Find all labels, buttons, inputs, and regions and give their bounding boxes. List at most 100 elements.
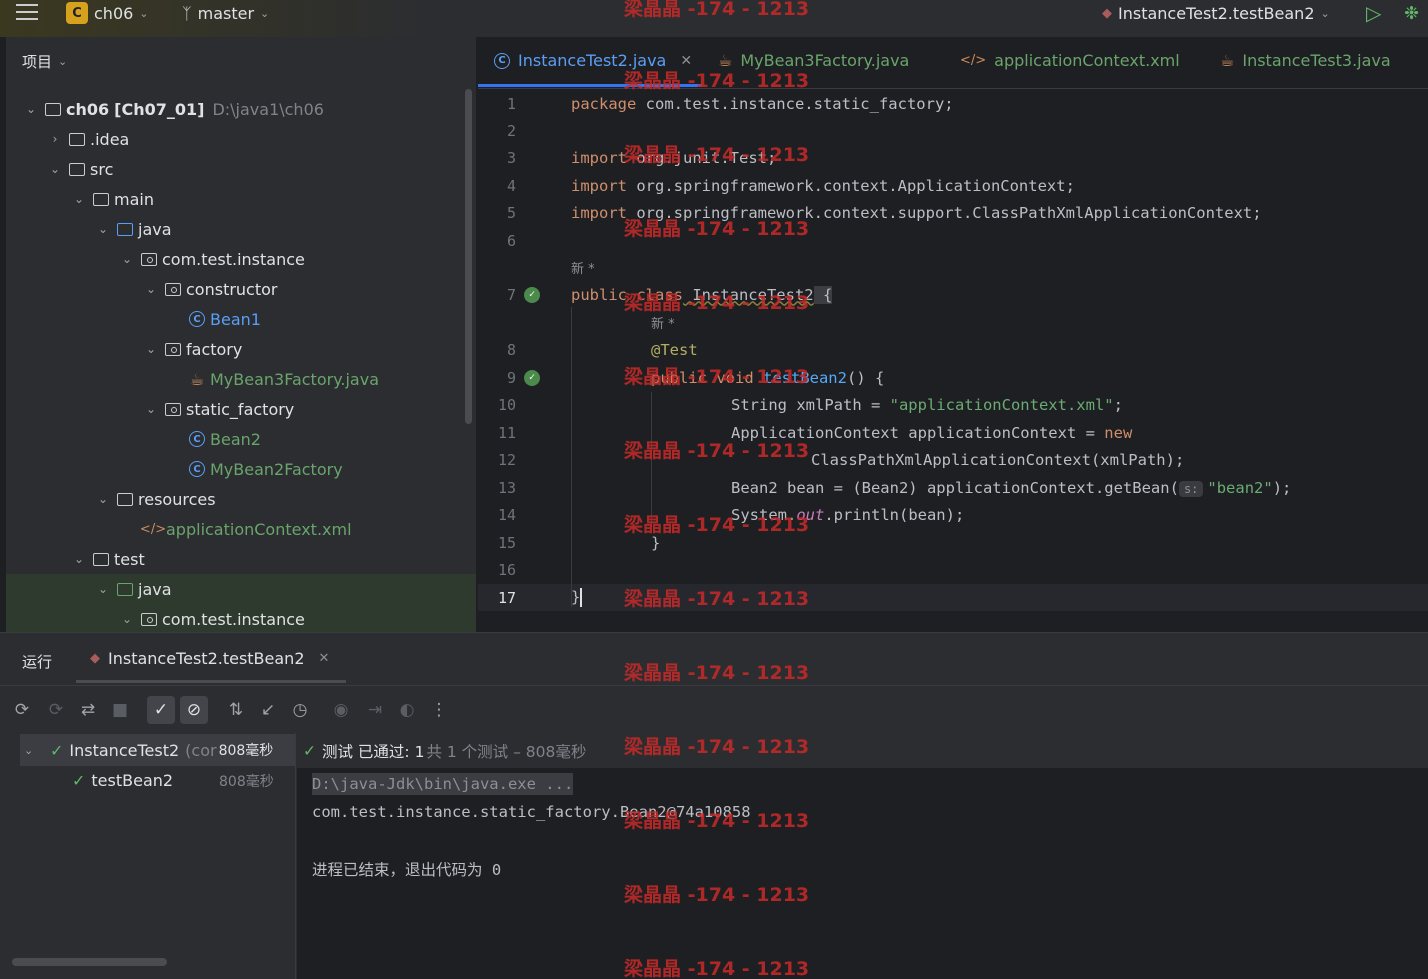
debug-button[interactable]: ❉ bbox=[1404, 0, 1419, 26]
import-icon[interactable]: ⇥ bbox=[361, 696, 389, 724]
tree-node-bean1[interactable]: C Bean1 bbox=[6, 304, 476, 334]
close-icon[interactable]: ✕ bbox=[319, 651, 330, 666]
tree-node-constructor[interactable]: ⌄ constructor bbox=[6, 274, 476, 304]
code-line[interactable]: 12 ClassPathXmlApplicationContext(xmlPat… bbox=[478, 446, 1428, 473]
run-test-gutter-icon[interactable]: ✓ bbox=[524, 369, 540, 386]
code-keyword: new bbox=[1104, 423, 1133, 442]
chevron-down-icon: ⌄ bbox=[73, 192, 85, 206]
show-passed-icon[interactable]: ✓ bbox=[147, 696, 175, 724]
code-line[interactable]: 13 Bean2 bean = (Bean2) applicationConte… bbox=[478, 474, 1428, 501]
tree-node-idea[interactable]: › .idea bbox=[6, 124, 476, 154]
run-panel-title: 运行 bbox=[22, 653, 53, 671]
test-tree-scrollbar[interactable] bbox=[12, 958, 167, 966]
tree-node-test[interactable]: ⌄ test bbox=[6, 544, 476, 574]
code-line[interactable]: 7 ✓ public class InstanceTest2 { bbox=[478, 281, 1428, 308]
tree-node-project-root[interactable]: ⌄ ch06 [Ch07_01] D:\java1\ch06 bbox=[6, 94, 476, 124]
close-icon[interactable]: ✕ bbox=[680, 53, 692, 69]
code-line[interactable]: 9 ✓ public void testBean2() { bbox=[478, 364, 1428, 391]
run-tab[interactable]: ◆ InstanceTest2.testBean2 ✕ bbox=[90, 649, 329, 668]
test-tree-root[interactable]: ⌄ ✓ InstanceTest2 (cor 808毫秒 bbox=[24, 735, 273, 765]
tab-appcontext-xml[interactable]: </> applicationContext.xml bbox=[960, 51, 1180, 70]
chevron-down-icon: ⌄ bbox=[25, 102, 37, 116]
code-text: String xmlPath = "applicationContext.xml… bbox=[731, 396, 1123, 414]
code-line[interactable]: 8 @Test bbox=[478, 336, 1428, 363]
code-line[interactable]: 4 import org.springframework.context.App… bbox=[478, 172, 1428, 199]
rerun-failed-icon[interactable]: ⟳ bbox=[42, 696, 70, 724]
tree-node-test-package[interactable]: ⌄ com.test.instance bbox=[6, 604, 476, 632]
code-text: import org.junit.Test; bbox=[571, 149, 776, 167]
console-output[interactable]: ✓ 测试 已通过: 1 共 1 个测试 – 808毫秒 D:\java-Jdk\… bbox=[297, 733, 1428, 979]
run-config-selector[interactable]: ◆ InstanceTest2.testBean2 ⌄ bbox=[1102, 0, 1330, 26]
code-line[interactable]: 6 bbox=[478, 227, 1428, 254]
tree-node-static-factory[interactable]: ⌄ static_factory bbox=[6, 394, 476, 424]
code-text: @Test bbox=[651, 341, 698, 359]
rerun-icon[interactable]: ⟳ bbox=[8, 696, 36, 724]
run-config-name: InstanceTest2.testBean2 bbox=[1118, 3, 1315, 23]
code-text: ClassPathXmlApplicationContext(xmlPath); bbox=[811, 451, 1184, 469]
tab-instancetest2[interactable]: C InstanceTest2.java ✕ bbox=[494, 51, 692, 70]
tree-node-bean2[interactable]: C Bean2 bbox=[6, 424, 476, 454]
tree-node-appcontext-xml[interactable]: </> applicationContext.xml bbox=[6, 514, 476, 544]
tree-node-mybean3factory[interactable]: ☕ MyBean3Factory.java bbox=[6, 364, 476, 394]
code-text: { bbox=[813, 285, 833, 304]
code-line[interactable]: 2 bbox=[478, 117, 1428, 144]
camera-icon[interactable]: ◉ bbox=[327, 696, 355, 724]
code-line[interactable]: 14 System.out.println(bean); bbox=[478, 501, 1428, 528]
folder-icon bbox=[68, 161, 86, 177]
test-tree-child[interactable]: ✓ testBean2 bbox=[72, 765, 173, 795]
code-line[interactable]: 1 package com.test.instance.static_facto… bbox=[478, 90, 1428, 117]
tree-node-factory[interactable]: ⌄ factory bbox=[6, 334, 476, 364]
tree-label: ch06 bbox=[66, 99, 110, 119]
toggle-auto-test-icon[interactable]: ⇄ bbox=[74, 696, 102, 724]
tree-node-mybean2factory[interactable]: C MyBean2Factory bbox=[6, 454, 476, 484]
tree-label: static_factory bbox=[186, 399, 295, 419]
branch-selector[interactable]: ᛉ master ⌄ bbox=[182, 0, 269, 26]
project-selector[interactable]: C ch06 ⌄ bbox=[66, 0, 149, 26]
history-icon[interactable]: ◷ bbox=[286, 696, 314, 724]
tree-node-main[interactable]: ⌄ main bbox=[6, 184, 476, 214]
show-ignored-icon[interactable]: ⊘ bbox=[180, 696, 208, 724]
run-toolbar: ⟳ ⟳ ⇄ ■ ✓ ⊘ ⇅ ↙ ◷ ◉ ⇥ ◐ ⋮ bbox=[0, 685, 1428, 733]
code-line[interactable]: 15 } bbox=[478, 529, 1428, 556]
project-scrollbar[interactable] bbox=[465, 89, 472, 424]
stop-icon[interactable]: ■ bbox=[106, 696, 134, 724]
test-config-icon: ◆ bbox=[1102, 5, 1112, 21]
code-line[interactable]: 10 String xmlPath = "applicationContext.… bbox=[478, 391, 1428, 418]
line-number: 15 bbox=[497, 533, 516, 552]
resources-folder-icon bbox=[116, 491, 134, 507]
tab-label: applicationContext.xml bbox=[994, 51, 1180, 70]
tree-node-resources[interactable]: ⌄ resources bbox=[6, 484, 476, 514]
code-text: public class InstanceTest2 { bbox=[571, 285, 833, 304]
coverage-icon[interactable]: ◐ bbox=[393, 696, 421, 724]
tree-node-package[interactable]: ⌄ com.test.instance bbox=[6, 244, 476, 274]
collapse-icon[interactable]: ↙ bbox=[254, 696, 282, 724]
tree-label: constructor bbox=[186, 279, 278, 299]
code-line[interactable]: 11 ApplicationContext applicationContext… bbox=[478, 419, 1428, 446]
test-results-tree: ⌄ ✓ InstanceTest2 (cor 808毫秒 ✓ testBean2… bbox=[6, 733, 296, 979]
tree-node-java[interactable]: ⌄ java bbox=[6, 214, 476, 244]
run-button[interactable]: ▷ bbox=[1366, 0, 1381, 26]
hamburger-icon bbox=[16, 4, 38, 20]
package-icon bbox=[140, 251, 158, 267]
more-options-icon[interactable]: ⋮ bbox=[425, 696, 453, 724]
code-line[interactable]: 3 import org.junit.Test; bbox=[478, 144, 1428, 171]
tree-node-src[interactable]: ⌄ src bbox=[6, 154, 476, 184]
project-panel-header[interactable]: 项目 ⌄ bbox=[22, 51, 67, 72]
code-text: () { bbox=[846, 368, 885, 387]
test-method-name: testBean2 bbox=[91, 770, 174, 790]
run-test-gutter-icon[interactable]: ✓ bbox=[524, 286, 540, 303]
code-line[interactable]: 16 bbox=[478, 556, 1428, 583]
code-line-current[interactable]: 17 } bbox=[478, 584, 1428, 611]
code-keyword: import bbox=[571, 148, 627, 167]
code-vision-hint[interactable]: 新 * bbox=[478, 255, 1428, 279]
sort-icon[interactable]: ⇅ bbox=[222, 696, 250, 724]
code-vision-hint[interactable]: 新 * bbox=[478, 310, 1428, 334]
test-class-time: 808毫秒 bbox=[218, 743, 274, 759]
code-line[interactable]: 5 import org.springframework.context.sup… bbox=[478, 199, 1428, 226]
tab-instancetest3[interactable]: ☕ InstanceTest3.java bbox=[1220, 51, 1391, 70]
chevron-down-icon: ⌄ bbox=[97, 492, 109, 506]
tab-mybean3factory[interactable]: ☕ MyBean3Factory.java bbox=[718, 51, 909, 70]
main-menu-button[interactable] bbox=[16, 0, 38, 24]
run-panel: 运行 ◆ InstanceTest2.testBean2 ✕ ⟳ ⟳ ⇄ ■ ✓… bbox=[0, 632, 1428, 979]
tree-node-test-java[interactable]: ⌄ java bbox=[6, 574, 476, 604]
